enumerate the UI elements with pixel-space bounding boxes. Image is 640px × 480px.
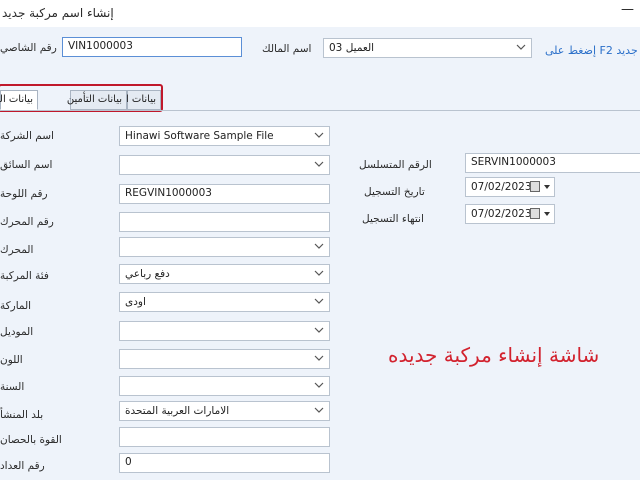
engine-select[interactable] [119, 237, 330, 257]
chevron-down-icon [314, 407, 324, 413]
company-select[interactable]: Hinawi Software Sample File [119, 126, 330, 146]
origin-country-select[interactable]: الامارات العربية المتحدة [119, 401, 330, 421]
chevron-down-icon [314, 161, 324, 167]
make-select[interactable]: اودى [119, 292, 330, 312]
tab-panel-divider [0, 110, 640, 111]
field-label: السنة [0, 381, 25, 393]
f2-hint-link[interactable]: لإضافة جديد F2 إضغط على [545, 44, 640, 57]
category-select[interactable]: دفع رباعي [119, 264, 330, 284]
engine-number-input[interactable] [119, 212, 330, 232]
field-label: المحرك [0, 244, 34, 256]
chevron-down-icon [314, 243, 324, 249]
minimize-button[interactable]: — [621, 2, 634, 17]
chevron-down-icon [314, 132, 324, 138]
field-label: رقم العداد [0, 460, 45, 472]
serial-label: الرقم المتسلسل [359, 159, 432, 171]
calendar-icon [530, 181, 540, 192]
chevron-down-icon [314, 355, 324, 361]
horsepower-input[interactable] [119, 427, 330, 447]
reg-end-value: 07/02/2023 [471, 208, 532, 220]
chassis-label: رقم الشاصي [0, 42, 57, 54]
reg-date-picker[interactable]: 07/02/2023 [465, 177, 555, 197]
dropdown-arrow-icon [544, 185, 550, 189]
owner-label: اسم المالك [262, 43, 312, 55]
chevron-down-icon [314, 270, 324, 276]
tab-insurance-data[interactable]: بيانات التأمين [67, 90, 127, 110]
chassis-input[interactable]: VIN1000003 [62, 37, 242, 57]
field-label: فئة المركبة [0, 270, 49, 282]
field-label: الماركة [0, 300, 32, 312]
screen-caption: شاشة إنشاء مركبة جديده [388, 343, 600, 367]
chevron-down-icon [516, 44, 526, 50]
driver-select[interactable] [119, 155, 330, 175]
reg-date-value: 07/02/2023 [471, 181, 532, 193]
field-label: اسم الشركة [0, 130, 54, 142]
odometer-input[interactable]: 0 [119, 453, 330, 473]
field-label: الموديل [0, 326, 34, 338]
calendar-icon [530, 208, 540, 219]
field-label: اسم السائق [0, 159, 53, 171]
tab-owner-data[interactable]: بيانات المالك [103, 90, 161, 110]
field-label: رقم اللوحة [0, 188, 48, 200]
reg-end-label: انتهاء التسجيل [362, 213, 424, 225]
owner-value: العميل 03 [329, 42, 375, 54]
model-select[interactable] [119, 321, 330, 341]
title-bar: إنشاء اسم مركبة جديد — [0, 0, 640, 27]
chevron-down-icon [314, 298, 324, 304]
serial-input[interactable]: SERVIN1000003 [465, 153, 640, 173]
dropdown-arrow-icon [544, 212, 550, 216]
reg-date-label: تاريخ التسجيل [364, 186, 425, 198]
chevron-down-icon [314, 382, 324, 388]
field-label: رقم المحرك [0, 216, 54, 228]
chevron-down-icon [314, 327, 324, 333]
reg-end-picker[interactable]: 07/02/2023 [465, 204, 555, 224]
window-title: إنشاء اسم مركبة جديد [2, 6, 114, 20]
color-select[interactable] [119, 349, 330, 369]
field-label: اللون [0, 354, 23, 366]
year-select[interactable] [119, 376, 330, 396]
owner-select[interactable]: العميل 03 [323, 38, 532, 58]
field-label: بلد المنشأ [0, 409, 44, 421]
tab-vehicle-data[interactable]: بيانات المركبة [0, 90, 38, 110]
field-label: القوة بالحصان [0, 434, 62, 446]
plate-input[interactable]: REGVIN1000003 [119, 184, 330, 204]
